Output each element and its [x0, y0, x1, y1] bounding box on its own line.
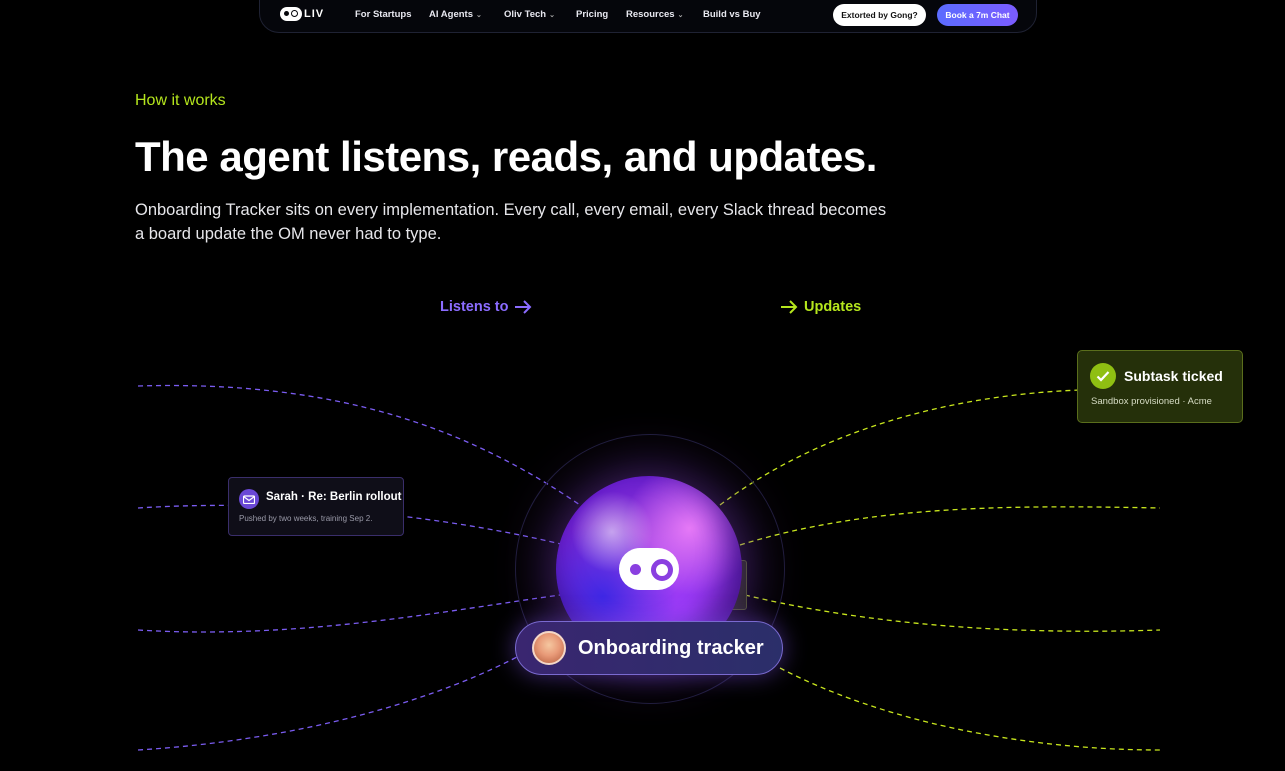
subtask-update-card: Subtask ticked Sandbox provisioned · Acm…	[1077, 350, 1243, 423]
output-line-2	[739, 506, 1161, 546]
output-line-4	[779, 667, 1161, 751]
agent-name-pill: Onboarding tracker	[515, 621, 783, 675]
subtask-card-meta: Sandbox provisioned · Acme	[1091, 396, 1212, 407]
input-line-3	[137, 594, 561, 633]
subtask-card-title: Subtask ticked	[1124, 368, 1223, 384]
email-card-meta: Pushed by two weeks, training Sep 2.	[239, 514, 373, 523]
email-card-title: Sarah · Re: Berlin rollout	[266, 491, 402, 503]
input-connectors	[137, 384, 581, 751]
output-line-1	[719, 389, 1081, 506]
agent-name: Onboarding tracker	[578, 637, 764, 659]
output-connectors	[719, 389, 1161, 751]
mail-icon	[239, 489, 259, 509]
email-event-card: Sarah · Re: Berlin rollout Pushed by two…	[228, 477, 404, 536]
oliv-logo-icon	[619, 548, 679, 590]
check-icon	[1090, 363, 1116, 389]
avatar	[532, 631, 566, 665]
output-line-3	[744, 594, 1161, 632]
input-line-4	[137, 649, 531, 751]
